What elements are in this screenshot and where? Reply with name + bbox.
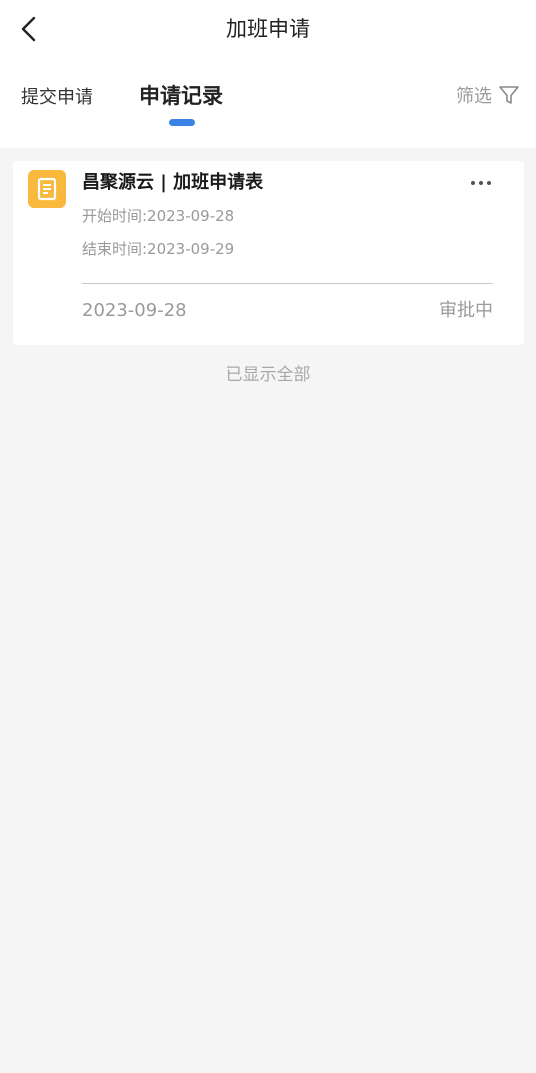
more-options-button[interactable] bbox=[468, 175, 494, 189]
header: 加班申请 提交申请 申请记录 筛选 bbox=[0, 0, 536, 148]
filter-label: 筛选 bbox=[456, 86, 492, 107]
record-card[interactable]: 昌聚源云 | 加班申请表 开始时间:2023-09-28 结束时间:2023-0… bbox=[13, 161, 524, 345]
more-horizontal-icon bbox=[471, 181, 491, 185]
record-date: 2023-09-28 bbox=[82, 300, 187, 321]
tab-application-records[interactable]: 申请记录 bbox=[139, 81, 223, 111]
active-tab-indicator bbox=[169, 119, 195, 126]
document-icon bbox=[28, 170, 66, 208]
card-divider bbox=[82, 283, 493, 284]
record-title: 昌聚源云 | 加班申请表 bbox=[82, 172, 264, 193]
record-end-time: 结束时间:2023-09-29 bbox=[82, 240, 235, 258]
record-start-time: 开始时间:2023-09-28 bbox=[82, 207, 235, 225]
list-end-text: 已显示全部 bbox=[225, 365, 311, 385]
filter-funnel-icon bbox=[499, 86, 519, 104]
filter-button[interactable]: 筛选 bbox=[456, 80, 520, 110]
tab-submit-application[interactable]: 提交申请 bbox=[21, 83, 93, 113]
record-status: 审批中 bbox=[439, 300, 493, 321]
page-title: 加班申请 bbox=[226, 17, 310, 41]
